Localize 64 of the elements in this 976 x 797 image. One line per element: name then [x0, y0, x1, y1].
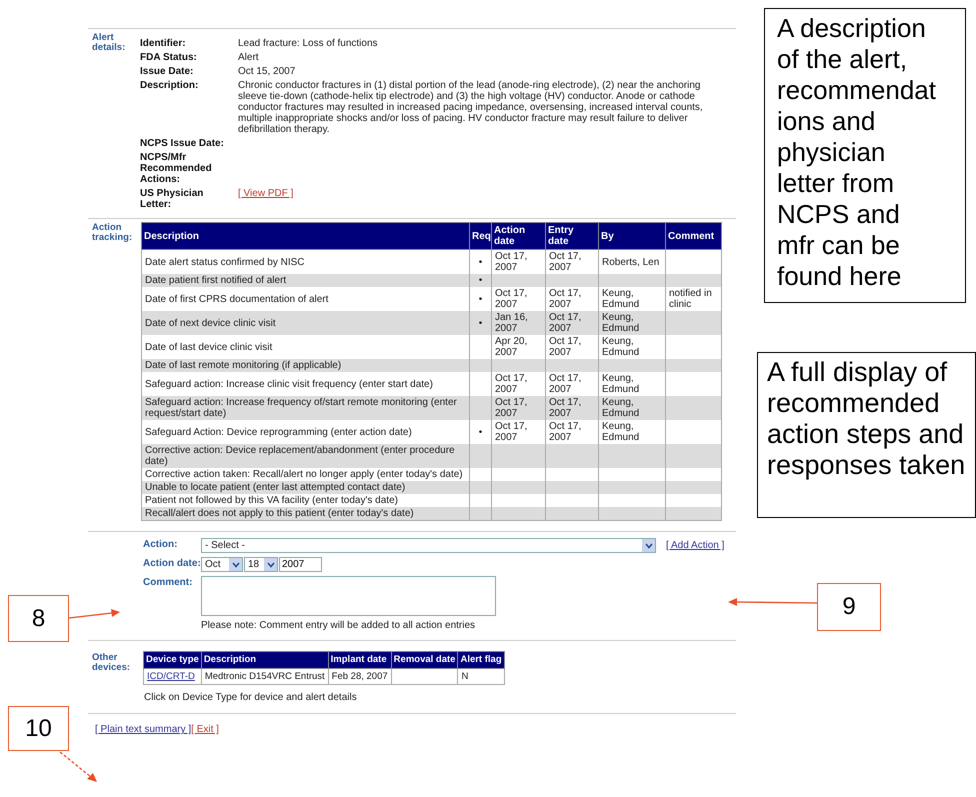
- action-select[interactable]: - Select -: [201, 538, 656, 553]
- field-label: Comment:: [143, 576, 194, 590]
- field-label: NCPS/Mfr Recommended Actions:: [140, 152, 213, 185]
- view-pdf-link[interactable]: [ View PDF ]: [238, 188, 294, 199]
- section-label: Action tracking:: [91, 221, 134, 243]
- field-label: Action:: [143, 538, 178, 552]
- comment-field[interactable]: [201, 576, 496, 616]
- note-text: Click on Device Type for device and alert details: [143, 691, 358, 705]
- table-cell: Feb 28, 2007: [328, 668, 392, 684]
- exit-link[interactable]: [ Exit ]: [191, 724, 219, 735]
- table-cell: Keung, Edmund: [598, 311, 666, 335]
- summary-link[interactable]: [ Plain text summary ]: [95, 724, 192, 735]
- field-value: Lead fracture: Loss of functions: [238, 38, 379, 49]
- field-label: NCPS Issue Date:: [140, 138, 225, 149]
- table-cell: Corrective action: Device replacement/abandonment (enter procedure date): [142, 444, 470, 468]
- year-field[interactable]: 2007: [279, 557, 322, 572]
- table-cell: Date of last remote monitoring (if applicable): [142, 359, 470, 372]
- section-label: Alert details:: [91, 31, 126, 53]
- table-cell: Medtronic D154VRC Entrust: [201, 668, 328, 684]
- pointer-arrow: [68, 609, 120, 619]
- field-value: Oct 15, 2007: [238, 66, 296, 77]
- callout-box: A description of the alert, recommendations and physician letter from NCPS and mfr can be found here: [764, 8, 966, 303]
- table-cell: Oct 17, 2007: [492, 396, 546, 420]
- callout-box: A full display of recommended action steps and responses taken: [757, 352, 976, 518]
- field-label: FDA Status:: [140, 52, 198, 63]
- table-cell: Date patient first notified of alert: [142, 274, 470, 287]
- column-header: Device type: [144, 652, 202, 668]
- pointer-arrow: [60, 752, 97, 782]
- field-label: US Physician Letter:: [140, 188, 204, 210]
- month-select[interactable]: Oct: [201, 557, 243, 572]
- field-label: Action date:: [143, 557, 201, 571]
- column-header: Alert flag: [458, 652, 504, 668]
- column-header: Removal date: [391, 652, 458, 668]
- table-cell: N: [458, 668, 504, 684]
- column-header: Entry date: [546, 222, 598, 250]
- column-header: Description: [142, 222, 470, 250]
- table-cell: Oct 17, 2007: [546, 396, 598, 420]
- section-label: Other devices:: [91, 651, 132, 673]
- column-header: Req: [470, 222, 492, 250]
- table-cell: Oct 17, 2007: [546, 311, 598, 335]
- field-label: Description:: [140, 80, 200, 93]
- field-value: Alert: [238, 52, 260, 63]
- table-cell: •: [470, 311, 492, 335]
- marker-box: 10: [8, 706, 69, 751]
- column-header: By: [598, 222, 666, 250]
- add-action-link[interactable]: [ Add Action ]: [666, 540, 724, 551]
- column-header: Comment: [666, 222, 722, 250]
- note-text: Please note: Comment entry will be added to all action entries: [201, 619, 476, 631]
- marker-box: 9: [817, 583, 881, 631]
- column-header: Implant date: [328, 652, 392, 668]
- table-cell: Recall/alert does not apply to this patient (enter today's date): [142, 507, 470, 520]
- table-cell: Safeguard action: Increase frequency of/start remote monitoring (enter request/start date): [142, 396, 470, 420]
- table-cell: •: [470, 274, 492, 287]
- field-label: Issue Date:: [140, 66, 194, 77]
- day-select[interactable]: 18: [244, 557, 278, 572]
- table-cell: Unable to locate patient (enter last attempted contact date): [142, 481, 470, 494]
- table-cell: Jan 16, 2007: [492, 311, 546, 335]
- marker-box: 8: [8, 595, 69, 642]
- column-header: Description: [201, 652, 328, 668]
- field-label: Identifier:: [140, 38, 187, 49]
- column-header: Action date: [492, 222, 546, 250]
- field-value: Chronic conductor fractures in (1) distal portion of the lead (anode-ring electrode), (2) near the anchoring sleeve tie-down (cathode-helix tip electrode) and (3) the high voltage (HV) conductor. Anode or cathode conductor fractures may resulted in increased pacing impedance, oversensing, increased interval counts, multiple inappropriate shocks and/or loss of pacing. HV conductor fracture may result failure to deliver defibrillation therapy.: [238, 80, 704, 135]
- table-cell: Date of next device clinic visit: [142, 311, 470, 335]
- table-cell: Keung, Edmund: [598, 396, 666, 420]
